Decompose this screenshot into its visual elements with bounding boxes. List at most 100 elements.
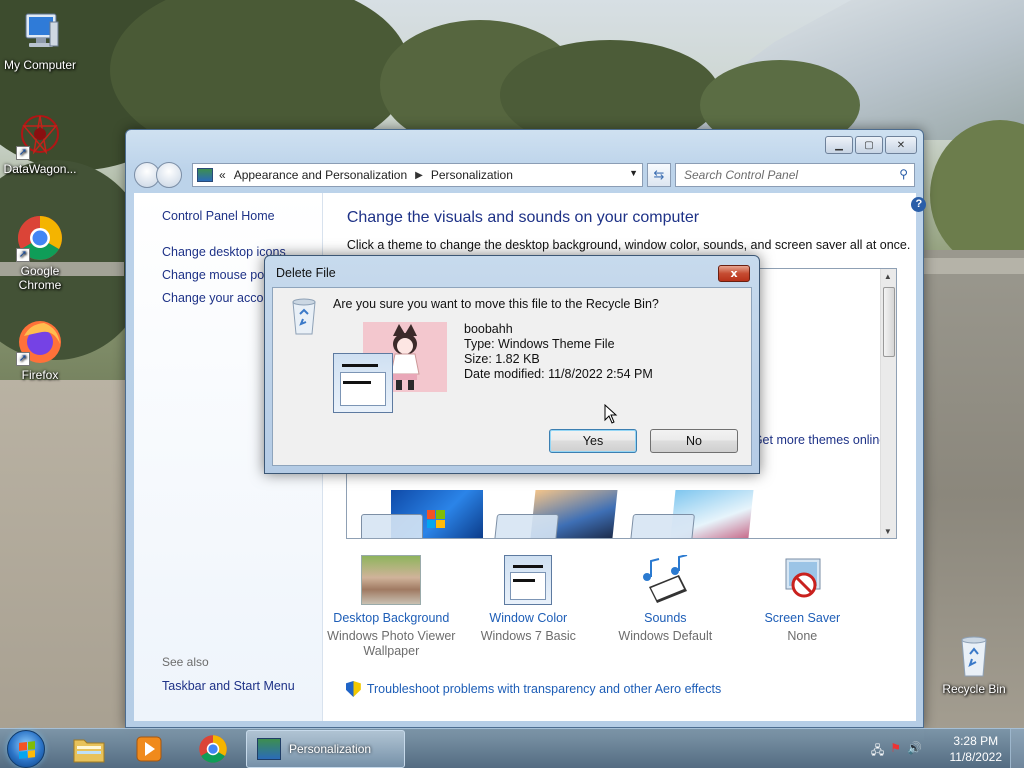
window-color-option[interactable]: Window Color Windows 7 Basic [460, 555, 597, 659]
address-dropdown-icon[interactable]: ▼ [629, 168, 638, 178]
no-button[interactable]: No [650, 429, 738, 453]
taskbar-explorer[interactable] [62, 732, 116, 766]
chrome-icon [199, 735, 227, 763]
delete-file-dialog: Delete File x Are you sure you want to m… [264, 255, 760, 474]
breadcrumb-appearance[interactable]: Appearance and Personalization [234, 168, 407, 182]
themes-scrollbar[interactable]: ▲ ▼ [879, 269, 896, 538]
shortcut-arrow-icon: ➚ [16, 248, 30, 262]
window-controls: ▁ ▢ ✕ [825, 136, 917, 154]
recycle-bin-icon [950, 632, 998, 680]
breadcrumb-overflow[interactable]: « [219, 168, 226, 182]
desktop-icon-label: Recycle Bin [942, 682, 1006, 696]
shortcut-arrow-icon: ➚ [16, 352, 30, 366]
chrome-icon: ➚ [16, 214, 64, 262]
taskbar-personalization[interactable]: Personalization [246, 730, 405, 768]
dialog-title: Delete File [276, 266, 336, 280]
desktop-icon-label: Google Chrome [18, 264, 62, 292]
file-name: boobahh [464, 322, 513, 336]
personalization-options: Desktop Background Windows Photo Viewer … [323, 554, 935, 659]
start-button[interactable] [7, 730, 45, 768]
recycle-bin-icon [289, 296, 319, 336]
system-tray: 🖧 ⚑ 🔊 [871, 741, 922, 762]
control-panel-icon [257, 738, 281, 760]
navigation-bar: « Appearance and Personalization ▶ Perso… [134, 162, 915, 188]
dialog-close-button[interactable]: x [718, 265, 750, 282]
desktop-icon-label: Firefox [21, 368, 59, 382]
get-more-themes-link[interactable]: Get more themes online [753, 433, 886, 447]
mouse-cursor-icon [604, 403, 618, 424]
shortcut-arrow-icon: ➚ [16, 146, 30, 160]
troubleshoot-link-text[interactable]: Troubleshoot problems with transparency … [367, 682, 721, 696]
page-description: Click a theme to change the desktop back… [346, 238, 911, 252]
show-desktop-button[interactable] [1010, 729, 1024, 768]
breadcrumb-arrow-icon[interactable]: ▶ [415, 170, 423, 181]
sounds-option[interactable]: Sounds Windows Default [597, 554, 734, 659]
breadcrumb-personalization[interactable]: Personalization [431, 168, 513, 182]
taskbar: Personalization 🖧 ⚑ 🔊 3:28 PM 11/8/2022 [0, 728, 1024, 768]
option-title[interactable]: Screen Saver [734, 611, 871, 625]
clock-time: 3:28 PM [953, 734, 999, 748]
sidebar-link-control-panel-home[interactable]: Control Panel Home [162, 209, 322, 223]
option-title[interactable]: Window Color [460, 611, 597, 625]
desktop-background-icon [361, 555, 422, 605]
shield-icon [345, 681, 361, 697]
search-placeholder: Search Control Panel [684, 168, 799, 182]
sounds-icon [635, 554, 695, 605]
page-title: Change the visuals and sounds on your co… [346, 209, 700, 226]
desktop-icon-firefox[interactable]: ➚ Firefox [0, 318, 80, 382]
troubleshoot-link[interactable]: Troubleshoot problems with transparency … [345, 681, 721, 697]
control-panel-icon [197, 168, 213, 182]
firefox-icon: ➚ [16, 318, 64, 366]
taskbar-chrome[interactable] [186, 732, 240, 766]
theme-window-preview [360, 514, 423, 538]
scroll-thumb[interactable] [882, 287, 895, 357]
windows-logo-icon [19, 741, 35, 759]
folder-icon [73, 739, 105, 763]
dialog-body: Are you sure you want to move this file … [272, 287, 752, 466]
scroll-up-icon[interactable]: ▲ [884, 272, 892, 281]
screen-saver-option[interactable]: Screen Saver None [734, 555, 871, 659]
file-type: Type: Windows Theme File [464, 337, 615, 351]
maximize-button[interactable]: ▢ [855, 136, 883, 154]
close-button[interactable]: ✕ [885, 136, 917, 154]
search-icon[interactable]: ⚲ [899, 167, 908, 181]
scroll-down-icon[interactable]: ▼ [884, 527, 892, 536]
dialog-question: Are you sure you want to move this file … [333, 297, 659, 311]
theme-characters[interactable] [629, 490, 754, 538]
file-date: Date modified: 11/8/2022 2:54 PM [464, 367, 653, 381]
theme-window-preview [629, 514, 695, 538]
option-title[interactable]: Desktop Background [323, 611, 460, 625]
clock[interactable]: 3:28 PM 11/8/2022 [950, 733, 1003, 765]
desktop-icon-my-computer[interactable]: My Computer [0, 8, 80, 72]
volume-icon[interactable]: 🔊 [907, 741, 922, 762]
desktop-icon-google-chrome[interactable]: ➚ Google Chrome [0, 214, 80, 292]
help-icon[interactable]: ? [911, 197, 927, 212]
option-title[interactable]: Sounds [597, 611, 734, 625]
theme-architecture[interactable] [493, 490, 618, 538]
search-input[interactable]: Search Control Panel ⚲ [675, 163, 915, 187]
desktop-background-option[interactable]: Desktop Background Windows Photo Viewer … [323, 555, 460, 659]
network-icon[interactable]: 🖧 [871, 741, 884, 762]
refresh-button[interactable]: ⇆ [647, 163, 671, 187]
windows-logo-icon [426, 510, 445, 528]
file-size: Size: 1.82 KB [464, 352, 540, 366]
forward-button[interactable] [156, 162, 182, 188]
desktop-icon-datawagon[interactable]: ➚ DataWagon... [0, 112, 80, 176]
desktop-icon-recycle-bin[interactable]: Recycle Bin [934, 632, 1014, 696]
taskbar-task-label: Personalization [289, 742, 372, 756]
option-subtitle: Windows Default [618, 629, 713, 643]
action-center-icon[interactable]: ⚑ [890, 741, 901, 762]
theme-windows7[interactable] [360, 490, 483, 538]
window-color-icon [504, 555, 553, 605]
yes-button[interactable]: Yes [549, 429, 637, 453]
media-player-icon [136, 736, 162, 762]
theme-window-preview [493, 514, 559, 538]
taskbar-media-player[interactable] [122, 732, 176, 766]
option-subtitle: Windows Photo Viewer Wallpaper [327, 629, 456, 658]
sidebar-link-taskbar-start-menu[interactable]: Taskbar and Start Menu [162, 679, 295, 693]
see-also-heading: See also [162, 655, 209, 669]
desktop-icon-label: My Computer [3, 58, 77, 72]
address-bar[interactable]: « Appearance and Personalization ▶ Perso… [192, 163, 643, 187]
option-subtitle: None [787, 629, 818, 643]
minimize-button[interactable]: ▁ [825, 136, 853, 154]
